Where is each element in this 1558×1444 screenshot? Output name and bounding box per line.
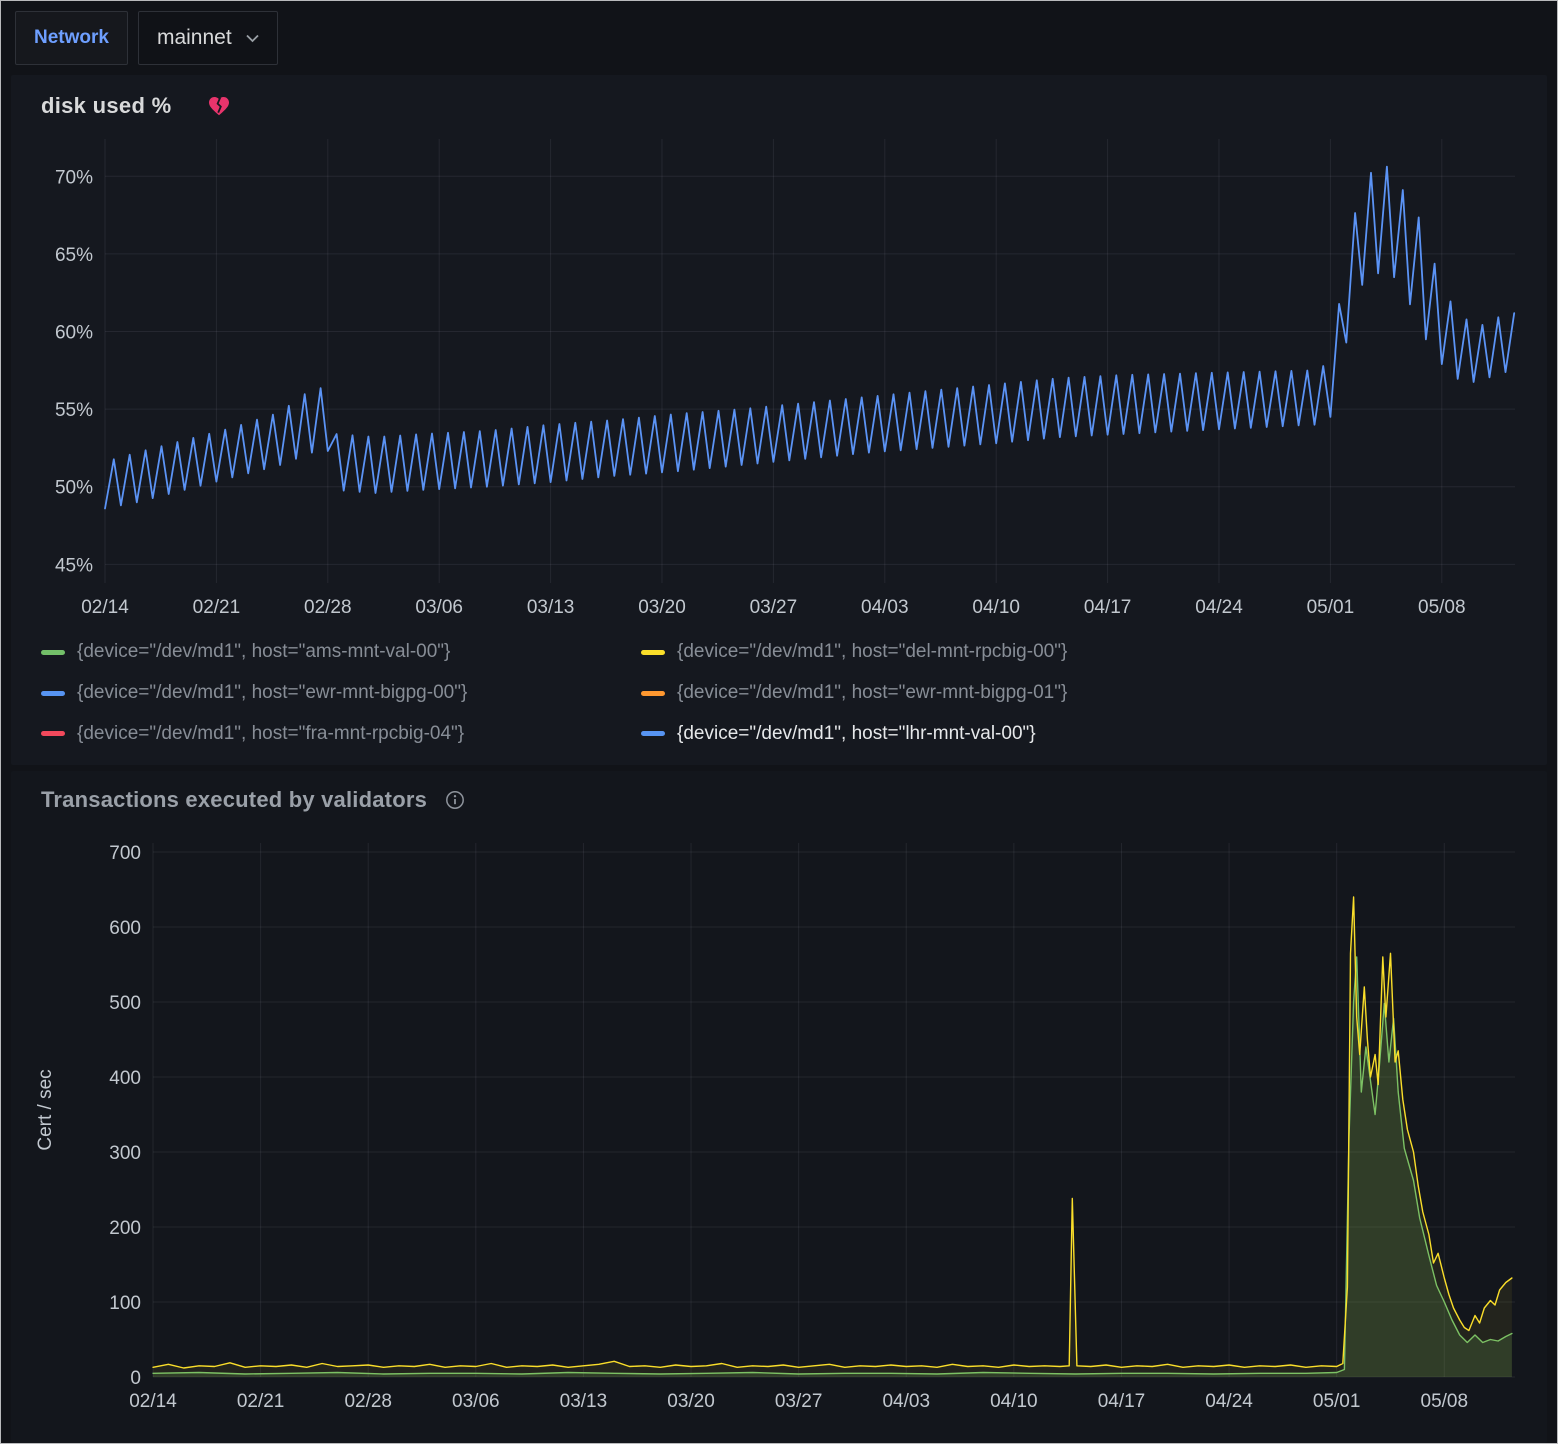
series-color-dash [641,731,665,736]
svg-text:02/14: 02/14 [129,1391,177,1412]
svg-text:70%: 70% [55,167,93,188]
svg-text:03/06: 03/06 [452,1391,500,1412]
svg-text:02/28: 02/28 [344,1391,392,1412]
svg-text:02/21: 02/21 [193,597,241,618]
svg-text:04/17: 04/17 [1098,1391,1146,1412]
series-color-dash [41,691,65,696]
svg-text:03/20: 03/20 [667,1391,715,1412]
legend-item[interactable]: {device="/dev/md1", host="lhr-mnt-val-00… [641,723,1517,746]
svg-text:400: 400 [109,1068,141,1089]
disk-used-legend: {device="/dev/md1", host="ams-mnt-val-00… [25,627,1533,749]
svg-text:03/06: 03/06 [415,597,463,618]
svg-text:50%: 50% [55,478,93,499]
svg-text:05/01: 05/01 [1313,1391,1361,1412]
disk-used-panel: disk used % 45% 50% 55% 60% 65% 70% 02/14 02/21… [11,75,1547,765]
svg-text:300: 300 [109,1143,141,1164]
svg-text:600: 600 [109,918,141,939]
network-variable-label: Network [15,11,128,65]
svg-text:03/13: 03/13 [560,1391,608,1412]
svg-text:02/21: 02/21 [237,1391,285,1412]
legend-item[interactable]: {device="/dev/md1", host="ams-mnt-val-00… [41,641,641,664]
svg-text:05/01: 05/01 [1307,597,1355,618]
disk-used-chart[interactable]: 45% 50% 55% 60% 65% 70% 02/14 02/21 02/28 03/06 03… [25,127,1531,627]
legend-label: {device="/dev/md1", host="lhr-mnt-val-00… [677,723,1036,746]
network-variable-dropdown[interactable]: mainnet [138,11,278,65]
broken-heart-icon [207,94,231,118]
legend-label: {device="/dev/md1", host="ams-mnt-val-00… [77,641,450,664]
legend-label: {device="/dev/md1", host="ewr-mnt-bigpg-… [677,682,1067,705]
variables-bar: Network mainnet [1,1,1557,75]
transactions-panel-title: Transactions executed by validators [41,787,427,813]
disk-used-panel-title: disk used % [41,93,171,119]
legend-item[interactable]: {device="/dev/md1", host="ewr-mnt-bigpg-… [641,682,1517,705]
svg-text:500: 500 [109,993,141,1014]
svg-text:100: 100 [109,1293,141,1314]
svg-text:60%: 60% [55,323,93,344]
svg-text:45%: 45% [55,555,93,576]
svg-text:0: 0 [130,1368,141,1389]
svg-text:03/27: 03/27 [775,1391,823,1412]
transactions-panel-header[interactable]: Transactions executed by validators [25,779,1533,827]
svg-text:04/24: 04/24 [1195,597,1243,618]
svg-text:04/17: 04/17 [1084,597,1132,618]
series-color-dash [641,691,665,696]
legend-label: {device="/dev/md1", host="fra-mnt-rpcbig… [77,723,464,746]
svg-text:04/03: 04/03 [861,597,909,618]
info-icon[interactable] [445,790,465,810]
svg-text:200: 200 [109,1218,141,1239]
svg-text:04/03: 04/03 [882,1391,930,1412]
svg-text:03/20: 03/20 [638,597,686,618]
legend-item[interactable]: {device="/dev/md1", host="ewr-mnt-bigpg-… [41,682,641,705]
legend-item[interactable]: {device="/dev/md1", host="fra-mnt-rpcbig… [41,723,641,746]
svg-text:02/14: 02/14 [81,597,129,618]
svg-text:04/10: 04/10 [990,1391,1038,1412]
svg-text:700: 700 [109,843,141,864]
svg-text:03/27: 03/27 [750,597,798,618]
network-variable-label-text: Network [34,27,109,49]
svg-text:05/08: 05/08 [1421,1391,1469,1412]
legend-label: {device="/dev/md1", host="ewr-mnt-bigpg-… [77,682,467,705]
svg-text:02/28: 02/28 [304,597,352,618]
series-color-dash [641,650,665,655]
disk-used-panel-header[interactable]: disk used % [25,85,1533,127]
legend-item[interactable]: {device="/dev/md1", host="del-mnt-rpcbig… [641,641,1517,664]
svg-text:03/13: 03/13 [527,597,575,618]
svg-text:04/10: 04/10 [972,597,1020,618]
transactions-chart[interactable]: 0 100 200 300 400 500 600 700 02/14 02/21 02/28 03/… [25,827,1531,1427]
dashboard: Network mainnet disk used % 45% 50% 55% 60%… [0,0,1558,1444]
series-color-dash [41,650,65,655]
legend-label: {device="/dev/md1", host="del-mnt-rpcbig… [677,641,1067,664]
chevron-down-icon [246,34,259,43]
series-color-dash [41,731,65,736]
svg-text:05/08: 05/08 [1418,597,1466,618]
transactions-panel: Transactions executed by validators 0 100… [11,771,1547,1443]
svg-text:55%: 55% [55,400,93,421]
svg-text:Cert / sec: Cert / sec [35,1070,56,1151]
network-variable-value: mainnet [157,26,232,50]
svg-text:65%: 65% [55,245,93,266]
svg-text:04/24: 04/24 [1205,1391,1253,1412]
